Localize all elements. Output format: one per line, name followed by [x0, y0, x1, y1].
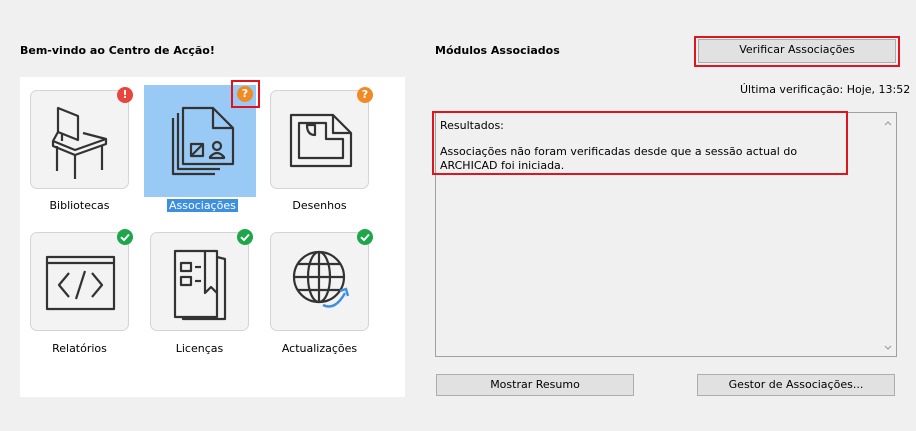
section-title: Módulos Associados: [435, 44, 560, 57]
last-check-status: Última verificação: Hoje, 13:52: [740, 83, 911, 96]
chair-icon: [51, 106, 108, 179]
tile-label-desenhos: Desenhos: [292, 199, 347, 212]
tile-label-actualizacoes: Actualizações: [281, 342, 358, 355]
tile-licencas[interactable]: [150, 232, 249, 331]
check-badge-icon: [117, 229, 133, 245]
highlight-frame: [432, 111, 848, 175]
license-icon: [173, 249, 227, 321]
globe-update-icon: [292, 250, 350, 308]
tile-label-licencas: Licenças: [175, 342, 224, 355]
highlight-frame: [231, 80, 260, 108]
highlight-frame: [694, 36, 900, 67]
tile-label-relatorios: Relatórios: [52, 342, 107, 355]
show-summary-button[interactable]: Mostrar Resumo: [436, 374, 634, 396]
tile-label-bibliotecas: Bibliotecas: [49, 199, 110, 212]
tile-desenhos[interactable]: [270, 90, 369, 189]
check-badge-icon: [357, 229, 373, 245]
drawing-icon: [289, 113, 353, 168]
error-badge-icon: !: [117, 87, 133, 103]
hotlink-manager-button[interactable]: Gestor de Associações...: [697, 374, 895, 396]
code-icon: [45, 255, 116, 311]
scroll-down-icon: [884, 345, 892, 350]
scroll-up-icon: [884, 121, 892, 126]
tile-label-associacoes: Associações: [167, 199, 238, 212]
results-scrollbar[interactable]: [880, 113, 896, 356]
tile-actualizacoes[interactable]: [270, 232, 369, 331]
tile-bibliotecas[interactable]: [30, 90, 129, 189]
warning-badge-icon: ?: [357, 87, 373, 103]
welcome-title: Bem-vindo ao Centro de Acção!: [20, 44, 215, 57]
check-badge-icon: [237, 229, 253, 245]
tile-relatorios[interactable]: [30, 232, 129, 331]
